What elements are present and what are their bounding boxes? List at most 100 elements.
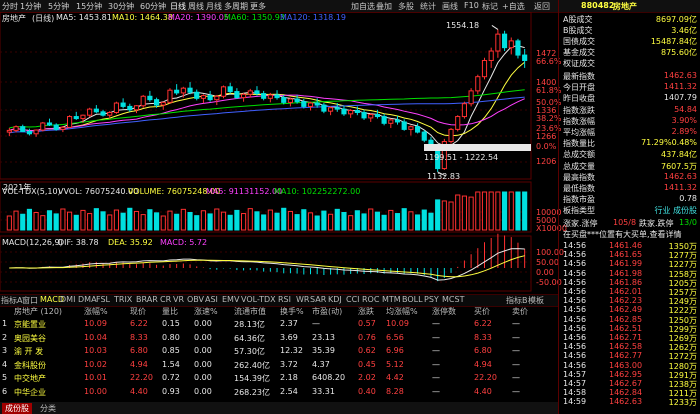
f10-button[interactable]: F10 — [464, 1, 479, 10]
tab-15min[interactable]: 15分钟 — [76, 1, 102, 12]
column-header-turnover[interactable]: 换手% — [280, 306, 304, 317]
stat-key: 指数市盈 — [563, 195, 595, 205]
indicator-a-button[interactable]: 指标A — [1, 295, 22, 306]
tab-mcst[interactable]: MCST — [442, 295, 464, 304]
tab-more[interactable]: 更多 — [250, 1, 266, 12]
add-watchlist-button[interactable]: 加自选 — [351, 1, 375, 12]
ma5-label: MA5: 1453.81 — [56, 13, 112, 22]
cell-mcap: 57.30亿 — [234, 347, 265, 356]
big-order-notice[interactable]: 在买盘***位置有大买单,查看详情 — [563, 229, 697, 239]
column-header-bid[interactable]: 买价 — [474, 306, 490, 317]
tab-trix[interactable]: TRIX — [114, 295, 132, 304]
chart-area[interactable]: 房地产 (日线) MA5: 1453.81 MA10: 1464.38 MA20… — [0, 11, 567, 305]
tab-cr[interactable]: CR — [160, 295, 171, 304]
quote-title-bar: 880482 房地产 — [559, 0, 700, 12]
summary-row: 国债成交 15487.84亿 — [563, 36, 697, 46]
tab-category[interactable]: 分类 — [40, 403, 56, 414]
tab-dmi[interactable]: DMI — [60, 295, 75, 304]
draw-line-button[interactable]: 画线 — [442, 1, 458, 12]
column-header-price[interactable]: 现价 — [130, 306, 146, 317]
candle-down — [207, 95, 213, 101]
tab-mtm[interactable]: MTM — [382, 295, 401, 304]
tab-5min[interactable]: 5分钟 — [48, 1, 69, 12]
tab-asi[interactable]: ASI — [205, 295, 218, 304]
candle-up — [107, 111, 113, 116]
tick-price: 1462.49 — [609, 305, 643, 315]
cell-name: 中华企业 — [14, 387, 46, 397]
tab-rsi[interactable]: RSI — [278, 295, 291, 304]
column-header-change[interactable]: 涨跌 — [358, 306, 374, 317]
summary-row: 基金成交 875.60亿 — [563, 47, 697, 57]
tab-30min[interactable]: 30分钟 — [108, 1, 134, 12]
column-header-vol-ratio[interactable]: 量比 — [162, 306, 178, 317]
volume-bar-up — [475, 191, 481, 231]
tab-dma[interactable]: DMA — [78, 295, 97, 304]
column-header-mcap[interactable]: 流通市值 — [234, 306, 266, 317]
tab-fenshi[interactable]: 分时 — [2, 1, 18, 12]
summary-key: 基金成交 — [563, 48, 595, 57]
cell-name: 渝 开 发 — [14, 347, 44, 356]
column-header-limit-count[interactable]: 涨停数 — [432, 306, 456, 317]
table-row[interactable]: 4 金科股份 10.02 4.94 1.54 0.00 262.40亿 3.72 4.37 0.4… — [0, 360, 558, 372]
volume-bar-up — [247, 208, 253, 231]
tab-fsl[interactable]: FSL — [96, 295, 110, 304]
tab-monthly[interactable]: 月线 — [206, 1, 222, 12]
volume-bar-down — [53, 213, 59, 231]
tab-boll[interactable]: BOLL — [402, 295, 423, 304]
mark-button[interactable]: 标记 — [482, 1, 498, 12]
tab-psy[interactable]: PSY — [424, 295, 439, 304]
volume-bar-up — [107, 214, 113, 231]
quote-side-panel: 880482 房地产 A股成交 8697.09亿 B股成交 3.46亿 国债成交 1548… — [558, 0, 700, 414]
candle-up — [167, 89, 173, 103]
pct-tick: 0.0% — [536, 142, 557, 151]
updown-label-down: 跌家.跌停 — [639, 219, 674, 228]
table-row[interactable]: 5 中交地产 10.01 22.20 0.72 0.00 154.39亿 2.18 6408.2… — [0, 373, 558, 385]
column-header-speed[interactable]: 涨速% — [194, 306, 218, 317]
template-button[interactable]: 模板 — [528, 295, 544, 306]
table-row[interactable]: 3 渝 开 发 10.03 6.80 0.85 0.00 57.30亿 12.32 35.39 0… — [0, 346, 558, 358]
column-header-pe[interactable]: 市盈(动) — [312, 306, 342, 317]
tab-1min[interactable]: 1分钟 — [20, 1, 41, 12]
volume-bar-down — [73, 214, 79, 231]
cell-avg: 5.12 — [386, 359, 404, 369]
tab-kdj[interactable]: KDJ — [328, 295, 342, 304]
tab-constituents[interactable]: 成份股 — [2, 403, 32, 414]
column-header-avg-pct[interactable]: 均涨幅% — [386, 306, 418, 317]
stat-row: 总成交量 7607.5万 — [563, 161, 697, 171]
stats-button[interactable]: 统计 — [420, 1, 436, 12]
indicator-b-button[interactable]: 指标B — [506, 295, 528, 306]
cell-chg: 0.76 — [358, 332, 376, 342]
volume-bar-down — [334, 208, 340, 231]
table-row[interactable]: 1 京能置业 10.09 6.22 0.15 0.00 28.13亿 2.37 — 0.57 10.… — [0, 319, 558, 331]
tab-sar[interactable]: SAR — [310, 295, 326, 304]
overlay-button[interactable]: 叠加 — [376, 1, 392, 12]
cell-turn: 12.32 — [280, 346, 303, 355]
volume-bar-up — [87, 213, 93, 231]
tab-wr[interactable]: WR — [296, 295, 309, 304]
table-row[interactable]: 2 奥园美谷 10.04 8.33 0.80 0.00 64.36亿 3.69 23.13 0.7… — [0, 333, 558, 345]
up-count: 105/8 — [613, 218, 637, 227]
cell-vr: 1.54 — [162, 359, 180, 369]
candle-up — [214, 95, 220, 101]
tab-daily[interactable]: 日线 — [170, 1, 186, 12]
self-select-button[interactable]: +自选 — [502, 1, 525, 12]
tab-emv[interactable]: EMV — [222, 295, 239, 304]
tab-roc[interactable]: ROC — [362, 295, 379, 304]
table-row[interactable]: 6 中华企业 10.00 4.40 0.93 0.00 268.23亿 2.54 33.31 0.… — [0, 387, 558, 399]
tab-obv[interactable]: OBV — [187, 295, 204, 304]
tab-multi-period[interactable]: 多周期 — [224, 1, 248, 12]
window-button[interactable]: 窗口 — [22, 295, 38, 306]
tab-60min[interactable]: 60分钟 — [140, 1, 166, 12]
column-header-ask[interactable]: 卖价 — [512, 306, 528, 317]
column-header-name[interactable]: 房地产 (120) — [14, 306, 62, 317]
tab-cci[interactable]: CCI — [346, 295, 360, 304]
back-button[interactable]: 返回 — [534, 1, 550, 12]
tab-brar[interactable]: BRAR — [136, 295, 158, 304]
tab-weekly[interactable]: 周线 — [188, 1, 204, 12]
column-header-pct[interactable]: 涨幅% — [84, 306, 108, 317]
tick-price: 1461.99 — [609, 259, 643, 269]
down-count: 13/0 — [679, 218, 697, 227]
tab-vol-tdx[interactable]: VOL-TDX — [241, 295, 276, 304]
multi-stock-button[interactable]: 多股 — [398, 1, 414, 12]
tab-vr[interactable]: VR — [173, 295, 184, 304]
